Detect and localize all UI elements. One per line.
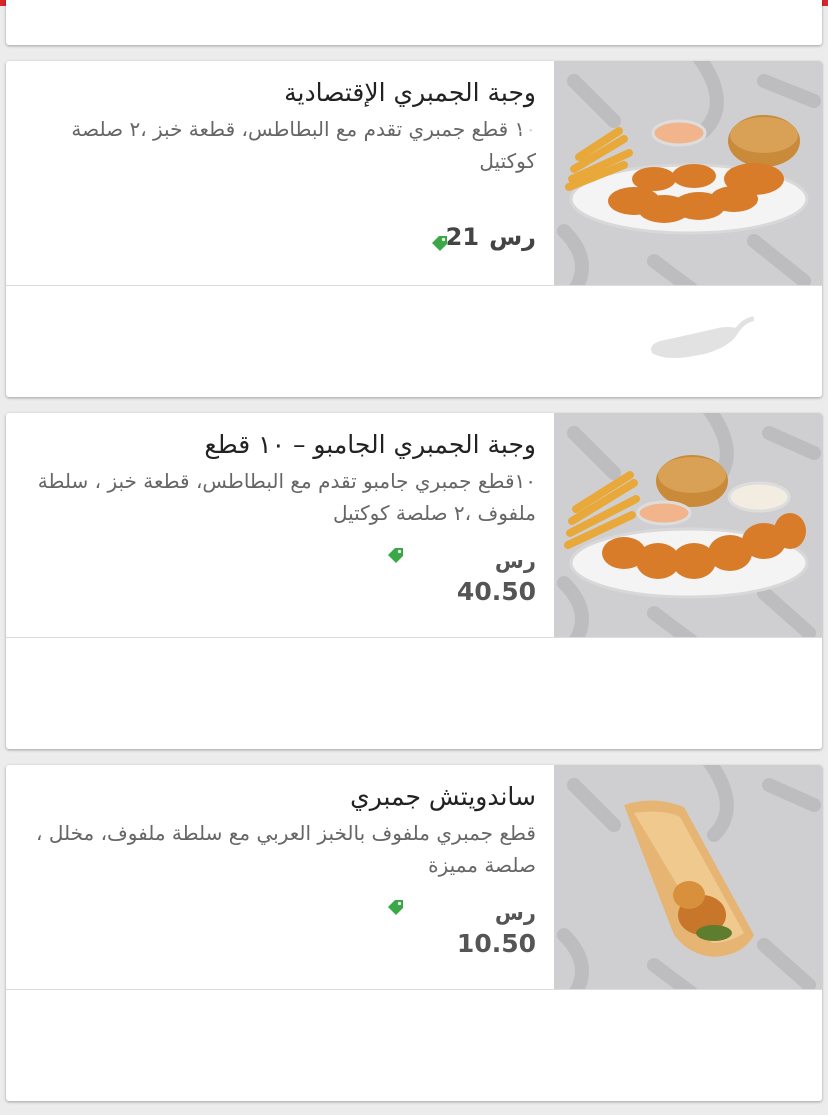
- menu-item-image: [554, 61, 822, 285]
- menu-item-price: رس 40.50: [457, 547, 536, 609]
- shrimp-meal-photo: [565, 115, 809, 235]
- menu-item-image: [554, 413, 822, 637]
- price-amount: 40.50: [456, 577, 536, 606]
- menu-item-row[interactable]: وجبة الجمبري الإقتصادية ١٠ قطع جمبري تقد…: [6, 61, 822, 286]
- price-currency: رس: [489, 223, 536, 251]
- menu-item-card[interactable]: ساندويتش جمبري قطع جمبري ملفوف بالخبز ال…: [6, 765, 822, 1101]
- price-amount: 21: [445, 223, 480, 251]
- spice-indicator-row: [6, 285, 822, 397]
- menu-item-image: [554, 765, 822, 989]
- menu-item-description: قطع جمبري ملفوف بالخبز العربي مع سلطة مل…: [36, 821, 536, 877]
- spice-indicator-row: [6, 637, 822, 749]
- menu-item-description: ١٠قطع جمبري جامبو تقدم مع البطاطس، قطعة …: [37, 469, 536, 525]
- spice-indicator-row: [6, 989, 822, 1101]
- menu-item-title: ساندويتش جمبري: [350, 782, 536, 811]
- price-tag-icon: [388, 900, 403, 915]
- price-tag-icon: [388, 548, 403, 563]
- price-tag-icon: [432, 236, 447, 251]
- shrimp-wrap-photo: [624, 800, 754, 957]
- menu-item-title: وجبة الجمبري الجامبو – ١٠ قطع: [204, 430, 536, 459]
- jumbo-shrimp-meal-photo: [564, 455, 809, 599]
- price-amount: 10.50: [456, 929, 536, 958]
- menu-item-row[interactable]: ساندويتش جمبري قطع جمبري ملفوف بالخبز ال…: [6, 765, 822, 990]
- menu-item-text: وجبة الجمبري الجامبو – ١٠ قطع ١٠قطع جمبر…: [36, 427, 536, 529]
- menu-item-price: رس 10.50: [457, 899, 536, 961]
- menu-item-card[interactable]: وجبة الجمبري الإقتصادية ١٠ قطع جمبري تقد…: [6, 61, 822, 397]
- menu-item-row[interactable]: وجبة الجمبري الجامبو – ١٠ قطع ١٠قطع جمبر…: [6, 413, 822, 638]
- menu-item-title: وجبة الجمبري الإقتصادية: [284, 78, 536, 107]
- menu-item-price: رس 21: [446, 223, 536, 251]
- chili-pepper-icon: [651, 316, 754, 358]
- menu-item-text: وجبة الجمبري الإقتصادية ١٠ قطع جمبري تقد…: [36, 75, 536, 177]
- watermark-text: m: [518, 109, 544, 139]
- previous-menu-card: [6, 0, 822, 45]
- menu-item-text: ساندويتش جمبري قطع جمبري ملفوف بالخبز ال…: [36, 779, 536, 881]
- price-currency: رس: [494, 901, 536, 925]
- menu-item-description: ١٠ قطع جمبري تقدم مع البطاطس، قطعة خبز ،…: [71, 117, 536, 173]
- menu-item-card[interactable]: وجبة الجمبري الجامبو – ١٠ قطع ١٠قطع جمبر…: [6, 413, 822, 749]
- price-currency: رس: [494, 549, 536, 573]
